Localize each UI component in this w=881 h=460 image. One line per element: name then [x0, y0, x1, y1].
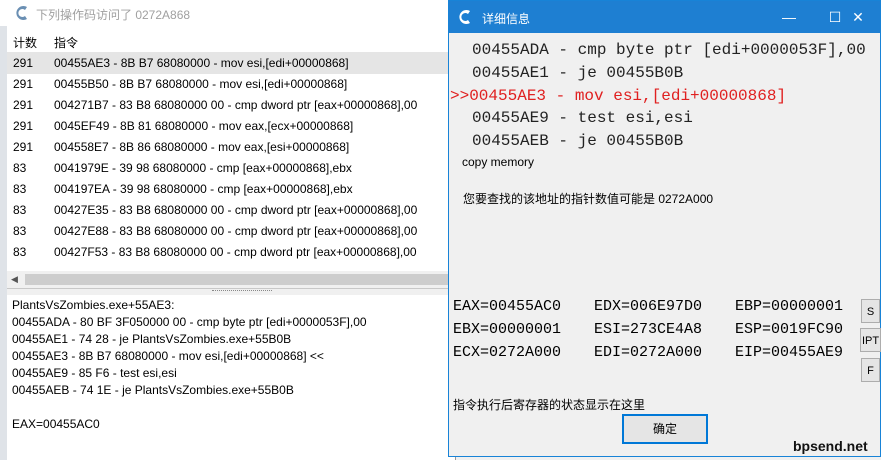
table-row[interactable]: 291 00455B50 - 8B B7 68080000 - mov esi,[… — [7, 74, 450, 95]
column-count[interactable]: 计数 — [13, 34, 37, 51]
side-button-s[interactable]: S — [861, 299, 880, 323]
cheat-engine-icon — [457, 8, 475, 29]
row-instruction: 00455AE3 - 8B B7 68080000 - mov esi,[edi… — [54, 56, 349, 70]
detail-line: 00455ADA - 80 BF 3F050000 00 - cmp byte … — [12, 315, 367, 329]
register-status-note: 指令执行后寄存器的状态显示在这里 — [453, 398, 646, 412]
code-line: 00455AE9 - test esi,esi — [472, 109, 693, 127]
register-edx: EDX=006E97D0 — [594, 298, 703, 315]
code-line: 00455AE1 - je 00455B0B — [472, 64, 684, 82]
detail-line: 00455AE3 - 8B B7 68080000 - mov esi,[edi… — [12, 349, 324, 363]
details-dialog: 详细信息 — ☐ ✕ 00455ADA - cmp byte ptr [edi+… — [448, 0, 881, 457]
row-count: 291 — [13, 56, 34, 70]
table-row[interactable]: 291 004271B7 - 83 B8 68080000 00 - cmp dw… — [7, 95, 450, 116]
splitter-grip[interactable] — [212, 290, 272, 291]
register-esi: ESI=273CE4A8 — [594, 321, 703, 338]
table-header: 计数 指令 — [7, 30, 450, 53]
detail-line: PlantsVsZombies.exe+55AE3: — [12, 298, 175, 312]
left-edge-strip — [0, 26, 7, 460]
row-instruction: 004197EA - 39 98 68080000 - cmp [eax+000… — [54, 182, 353, 196]
row-instruction: 00427E35 - 83 B8 68080000 00 - cmp dword… — [54, 203, 418, 217]
cheat-engine-icon — [14, 4, 32, 25]
row-count: 83 — [13, 224, 27, 238]
table-row[interactable]: 83 00427E88 - 83 B8 68080000 00 - cmp dwo… — [7, 221, 450, 242]
table-row[interactable]: 83 00427F53 - 83 B8 68080000 00 - cmp dwo… — [7, 242, 450, 263]
code-line-current: >>00455AE3 - mov esi,[edi+00000868] — [450, 87, 787, 105]
table-row[interactable]: 83 004197EA - 39 98 68080000 - cmp [eax+0… — [7, 179, 450, 200]
back-window-titlebar[interactable]: 下列操作码访问了 0272A868 — [0, 0, 455, 26]
table-row[interactable]: 291 0045EF49 - 8B 81 68080000 - mov eax,[… — [7, 116, 450, 137]
row-count: 83 — [13, 245, 27, 259]
code-line: 00455ADA - cmp byte ptr [edi+0000053F],0… — [472, 41, 866, 59]
panel-splitter[interactable] — [7, 288, 450, 295]
row-count: 83 — [13, 203, 27, 217]
pointer-hint: 您要查找的该地址的指针数值可能是 0272A000 — [463, 192, 714, 206]
watermark-text: bpsend.net — [793, 438, 868, 454]
column-instruction[interactable]: 指令 — [54, 34, 78, 51]
back-window-title: 下列操作码访问了 0272A868 — [36, 8, 191, 22]
detail-line: EAX=00455AC0 — [12, 417, 100, 431]
row-instruction: 00427F53 - 83 B8 68080000 00 - cmp dword… — [54, 245, 417, 259]
detail-line: 00455AE1 - 74 28 - je PlantsVsZombies.ex… — [12, 332, 292, 346]
code-line: 00455AEB - je 00455B0B — [472, 132, 684, 150]
register-eax: EAX=00455AC0 — [453, 298, 562, 315]
detail-line: 00455AE9 - 85 F6 - test esi,esi — [12, 366, 177, 380]
row-count: 291 — [13, 98, 34, 112]
row-count: 291 — [13, 119, 34, 133]
row-instruction: 0041979E - 39 98 68080000 - cmp [eax+000… — [54, 161, 352, 175]
opcode-access-window: 下列操作码访问了 0272A868 计数 指令 291 00455AE3 - 8B… — [0, 0, 456, 460]
copy-memory-link[interactable]: copy memory — [462, 155, 534, 169]
scroll-left-icon[interactable]: ◀ — [11, 274, 18, 285]
ok-button[interactable]: 确定 — [622, 414, 708, 444]
register-ecx: ECX=0272A000 — [453, 344, 562, 361]
minimize-icon[interactable]: — — [766, 1, 812, 33]
table-row[interactable]: 83 00427E35 - 83 B8 68080000 00 - cmp dwo… — [7, 200, 450, 221]
row-count: 291 — [13, 77, 34, 91]
side-button-f[interactable]: F — [861, 358, 880, 382]
row-instruction: 004558E7 - 8B 86 68080000 - mov eax,[esi… — [54, 140, 350, 154]
close-icon[interactable]: ✕ — [836, 1, 880, 33]
opcode-table: 291 00455AE3 - 8B B7 68080000 - mov esi,[… — [7, 53, 450, 271]
row-instruction: 00427E88 - 83 B8 68080000 00 - cmp dword… — [54, 224, 418, 238]
row-count: 83 — [13, 161, 27, 175]
row-instruction: 0045EF49 - 8B 81 68080000 - mov eax,[ecx… — [54, 119, 354, 133]
horizontal-scrollbar[interactable]: ◀ — [7, 271, 450, 288]
detail-text-area[interactable]: PlantsVsZombies.exe+55AE3: 00455ADA - 80 … — [7, 295, 450, 460]
row-count: 83 — [13, 182, 27, 196]
scroll-thumb[interactable] — [25, 274, 450, 285]
row-count: 291 — [13, 140, 34, 154]
side-button-ipt[interactable]: IPT — [860, 328, 881, 352]
table-row[interactable]: 291 004558E7 - 8B 86 68080000 - mov eax,[… — [7, 137, 450, 158]
detail-line: 00455AEB - 74 1E - je PlantsVsZombies.ex… — [12, 383, 294, 397]
dialog-titlebar[interactable]: 详细信息 — ☐ ✕ — [449, 1, 880, 33]
row-instruction: 00455B50 - 8B B7 68080000 - mov esi,[edi… — [54, 77, 348, 91]
register-edi: EDI=0272A000 — [594, 344, 703, 361]
dialog-title: 详细信息 — [482, 12, 531, 26]
table-row[interactable]: 83 0041979E - 39 98 68080000 - cmp [eax+0… — [7, 158, 450, 179]
register-eip: EIP=00455AE9 — [735, 344, 844, 361]
register-ebx: EBX=00000001 — [453, 321, 562, 338]
row-instruction: 004271B7 - 83 B8 68080000 00 - cmp dword… — [54, 98, 418, 112]
register-esp: ESP=0019FC90 — [735, 321, 844, 338]
register-ebp: EBP=00000001 — [735, 298, 844, 315]
table-row[interactable]: 291 00455AE3 - 8B B7 68080000 - mov esi,[… — [7, 53, 450, 74]
